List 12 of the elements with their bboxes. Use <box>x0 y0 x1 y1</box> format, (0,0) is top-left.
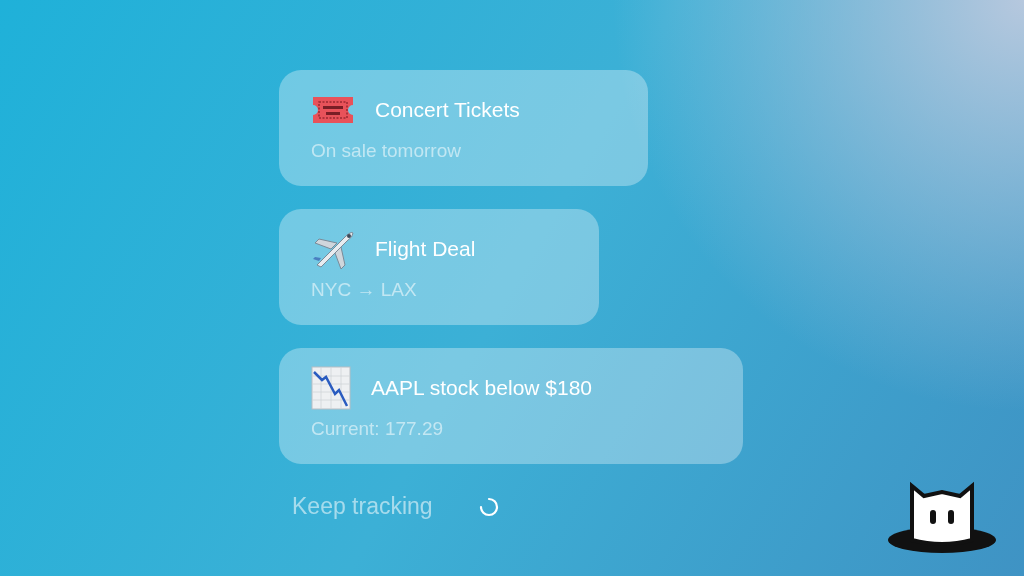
spinner-icon <box>478 496 499 517</box>
alert-title: Flight Deal <box>375 237 476 261</box>
falling-chart-icon <box>311 366 351 410</box>
alert-card[interactable]: Concert Tickets On sale tomorrow <box>279 70 648 186</box>
status-text: Keep tracking <box>292 493 433 520</box>
alert-card[interactable]: Flight Deal NYC → LAX <box>279 209 599 325</box>
alert-title: Concert Tickets <box>375 98 520 122</box>
alert-subtitle: On sale tomorrow <box>311 140 462 162</box>
alert-subtitle: NYC → LAX <box>311 279 418 301</box>
alert-card[interactable]: AAPL stock below $180 Current: 177.29 <box>279 348 743 464</box>
alert-title: AAPL stock below $180 <box>371 376 593 400</box>
alert-subtitle: Current: 177.29 <box>311 418 445 440</box>
